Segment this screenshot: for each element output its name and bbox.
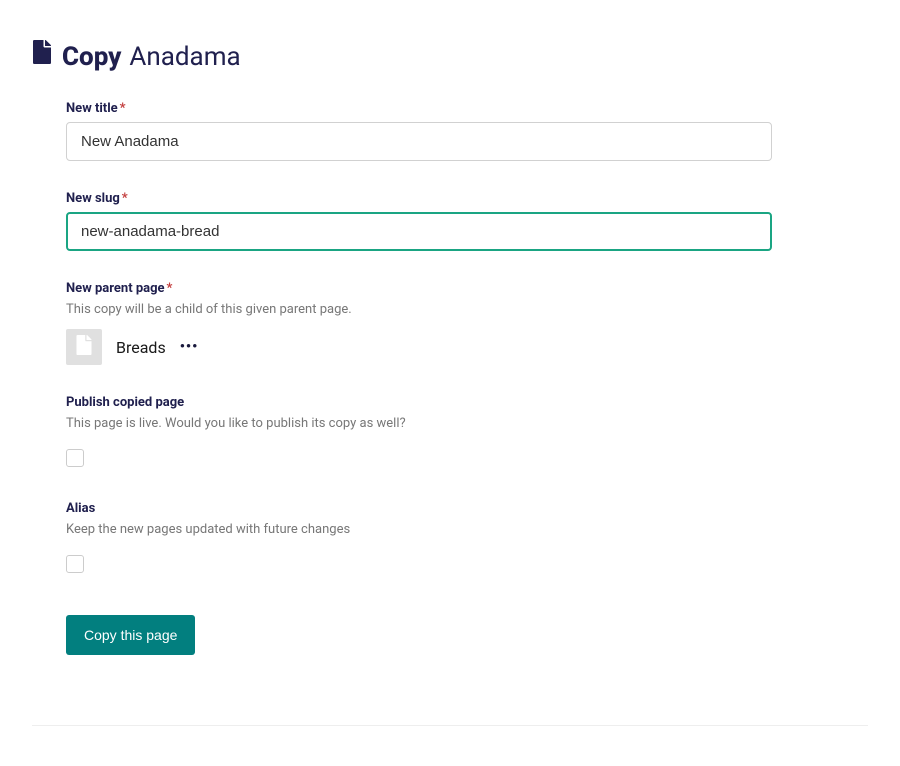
new-slug-input[interactable] — [66, 212, 772, 251]
new-title-input[interactable] — [66, 122, 772, 161]
field-new-title: New title* — [66, 101, 772, 161]
copy-page-button[interactable]: Copy this page — [66, 615, 195, 655]
title-pagename: Anadama — [129, 42, 240, 72]
file-icon — [75, 335, 93, 359]
parent-page-icon-box[interactable] — [66, 329, 102, 365]
page-header: Copy Anadama — [32, 35, 868, 73]
more-actions-button[interactable]: ••• — [180, 339, 199, 355]
publish-help: This page is live. Would you like to pub… — [66, 416, 772, 431]
new-parent-help: This copy will be a child of this given … — [66, 302, 772, 317]
copy-form: New title* New slug* New parent page* Th… — [32, 101, 772, 655]
new-title-label: New title* — [66, 101, 772, 116]
alias-label: Alias — [66, 501, 772, 516]
alias-checkbox[interactable] — [66, 555, 84, 573]
parent-page-name: Breads — [116, 338, 166, 357]
field-new-parent: New parent page* This copy will be a chi… — [66, 281, 772, 365]
required-marker: * — [167, 281, 173, 296]
publish-label: Publish copied page — [66, 395, 772, 410]
publish-checkbox[interactable] — [66, 449, 84, 467]
field-alias: Alias Keep the new pages updated with fu… — [66, 501, 772, 577]
title-action: Copy — [62, 42, 121, 72]
alias-help: Keep the new pages updated with future c… — [66, 522, 772, 537]
field-new-slug: New slug* — [66, 191, 772, 251]
required-marker: * — [120, 101, 126, 116]
file-icon — [32, 40, 52, 68]
page-title: Copy Anadama — [62, 35, 241, 73]
required-marker: * — [122, 191, 128, 206]
field-publish: Publish copied page This page is live. W… — [66, 395, 772, 471]
new-parent-label: New parent page* — [66, 281, 772, 296]
parent-page-row: Breads ••• — [66, 329, 772, 365]
footer-divider — [32, 725, 868, 726]
new-slug-label: New slug* — [66, 191, 772, 206]
